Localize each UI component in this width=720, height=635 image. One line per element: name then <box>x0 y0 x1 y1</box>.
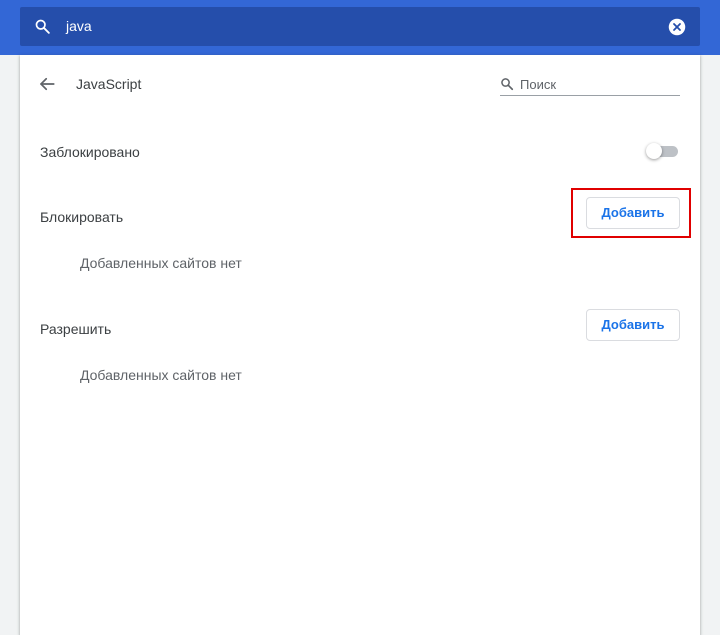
blocked-toggle[interactable] <box>646 141 678 161</box>
toggle-knob <box>646 143 662 159</box>
allow-add-button[interactable]: Добавить <box>586 309 680 341</box>
settings-search-box[interactable]: java <box>20 7 700 46</box>
allow-empty-message: Добавленных сайтов нет <box>80 367 242 383</box>
top-toolbar: java <box>0 0 720 55</box>
back-arrow-icon[interactable] <box>38 75 56 93</box>
highlight-box <box>571 188 691 238</box>
subpage-search[interactable] <box>500 75 682 96</box>
subpage-search-input[interactable] <box>518 75 682 93</box>
blocked-toggle-label: Заблокировано <box>40 144 140 160</box>
search-icon <box>501 78 514 91</box>
block-section-title: Блокировать <box>40 209 124 225</box>
block-empty-message: Добавленных сайтов нет <box>80 255 242 271</box>
search-query-text[interactable]: java <box>66 18 92 35</box>
settings-card: JavaScript Заблокировано Блокировать Доб… <box>20 55 700 635</box>
clear-icon[interactable] <box>668 18 686 36</box>
allow-section-title: Разрешить <box>40 321 112 337</box>
page-title: JavaScript <box>76 76 142 92</box>
search-icon <box>35 19 50 34</box>
